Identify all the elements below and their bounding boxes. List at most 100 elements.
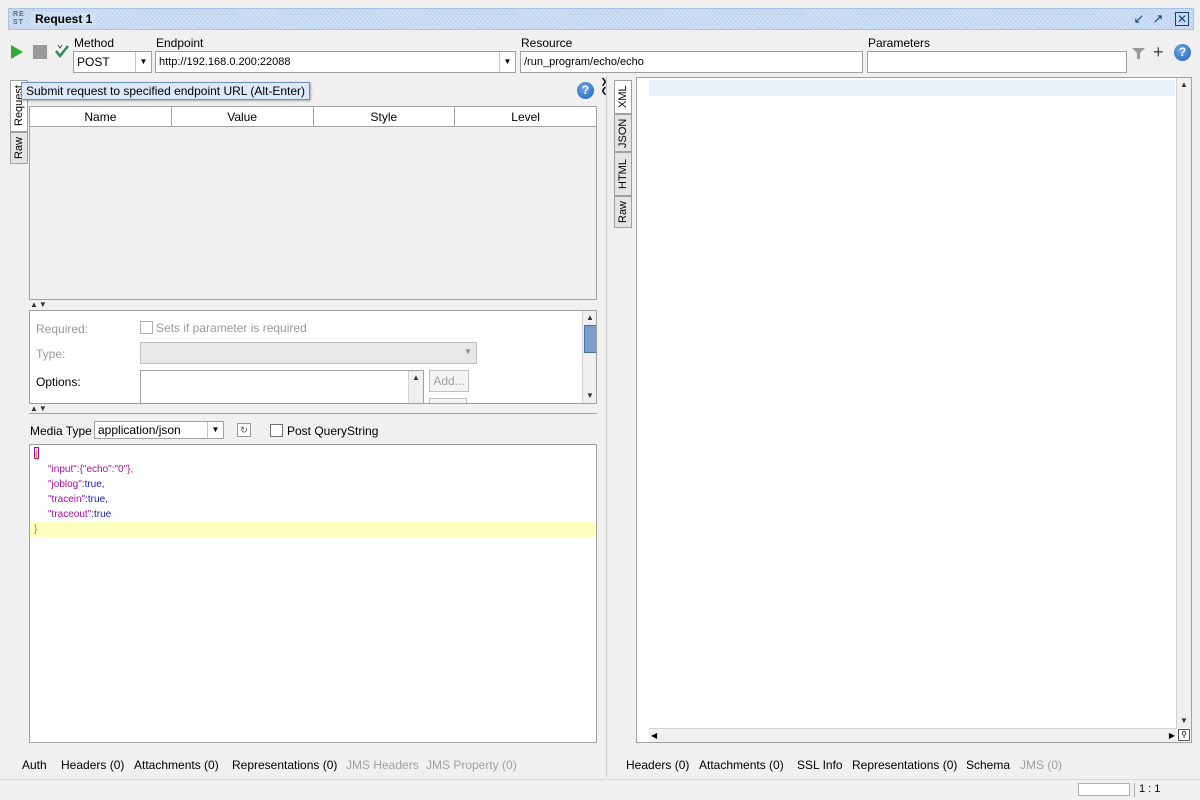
media-type-combo[interactable]: application/json ▼	[94, 421, 224, 439]
options-list[interactable]: ▲	[140, 370, 424, 403]
parameters-input[interactable]	[867, 51, 1127, 73]
tab-attachments[interactable]: Attachments (0)	[134, 758, 219, 772]
json-key: "input"	[48, 464, 77, 475]
tab-schema[interactable]: Schema	[966, 758, 1010, 772]
scroll-down-icon[interactable]: ▼	[1177, 714, 1191, 728]
current-line-highlight	[649, 80, 1175, 96]
tab-response-representations[interactable]: Representations (0)	[852, 758, 957, 772]
post-querystring-checkbox[interactable]	[270, 424, 283, 437]
response-editor[interactable]: ▲ ▼ ◀ ▶ ⚲	[636, 77, 1192, 743]
rest-logo-icon: RE ST	[13, 11, 25, 26]
json-value: :true,	[85, 494, 108, 505]
params-table-header: Name Value Style Level	[30, 107, 596, 127]
title-bar: RE ST Request 1 ↙ ↗ ✕	[8, 8, 1194, 30]
chevron-down-icon: ▼	[464, 347, 472, 356]
code-line: "tracein":true,	[48, 492, 108, 507]
endpoint-label: Endpoint	[156, 36, 204, 50]
status-bar: 1 : 1	[0, 779, 1200, 800]
scroll-up-icon[interactable]: ▲	[1177, 78, 1191, 92]
play-icon[interactable]	[10, 44, 24, 60]
response-vscrollbar[interactable]: ▲ ▼	[1176, 78, 1191, 728]
help-icon[interactable]: ?	[1174, 44, 1191, 61]
tab-html[interactable]: HTML	[614, 152, 632, 196]
options-scrollbar[interactable]: ▲	[408, 371, 423, 403]
stop-icon[interactable]	[33, 45, 47, 59]
tab-jms: JMS (0)	[1020, 758, 1062, 772]
scroll-left-icon[interactable]: ◀	[651, 729, 657, 743]
help-icon[interactable]: ?	[577, 82, 594, 99]
code-line: {	[34, 446, 39, 461]
param-details-panel: Required: Sets if parameter is required …	[29, 310, 597, 404]
scroll-up-icon[interactable]: ▲	[583, 311, 596, 325]
column-value[interactable]: Value	[172, 107, 314, 126]
resource-value: /run_program/echo/echo	[524, 56, 644, 68]
resource-input[interactable]: /run_program/echo/echo	[520, 51, 863, 73]
tab-representations[interactable]: Representations (0)	[232, 758, 337, 772]
remove-option-button[interactable]	[429, 398, 467, 403]
json-value: :true,	[81, 479, 105, 490]
plus-icon[interactable]: +	[1153, 42, 1164, 63]
splitter-arrows-icon[interactable]: ▲▼	[30, 300, 48, 309]
tab-auth[interactable]: Auth	[22, 758, 47, 772]
divider	[29, 413, 597, 414]
tab-raw[interactable]: Raw	[10, 132, 28, 164]
scroll-thumb[interactable]	[584, 325, 596, 353]
close-icon[interactable]: ✕	[1175, 12, 1189, 26]
parameters-label: Parameters	[868, 36, 931, 50]
tab-response-attachments[interactable]: Attachments (0)	[699, 758, 784, 772]
window-title: Request 1	[31, 12, 97, 26]
json-value: :true	[91, 509, 112, 520]
column-style[interactable]: Style	[314, 107, 456, 126]
required-checkbox[interactable]	[140, 321, 153, 334]
media-type-value: application/json	[98, 423, 181, 437]
endpoint-combo[interactable]: http://192.168.0.200:22088 ▼	[155, 51, 516, 73]
check-icon[interactable]	[54, 43, 70, 59]
method-select[interactable]: POST ▼	[73, 51, 152, 73]
tab-ssl-info[interactable]: SSL Info	[797, 758, 843, 772]
column-level[interactable]: Level	[455, 107, 596, 126]
response-hscrollbar[interactable]: ◀ ▶	[649, 728, 1177, 742]
recreate-icon[interactable]: ↻	[237, 423, 251, 437]
method-value: POST	[77, 55, 110, 69]
chevron-down-icon[interactable]: ▼	[207, 422, 223, 438]
tab-json[interactable]: JSON	[614, 114, 632, 152]
required-label: Required:	[36, 322, 89, 336]
request-body-editor[interactable]: { "input":{"echo":"0"}, "joblog":true, "…	[29, 444, 597, 743]
scroll-up-icon[interactable]: ▲	[409, 371, 423, 385]
splitter-arrows-icon[interactable]: ▲▼	[30, 404, 48, 413]
params-table[interactable]: Name Value Style Level	[29, 106, 597, 300]
options-label: Options:	[36, 375, 81, 389]
column-name[interactable]: Name	[30, 107, 172, 126]
cursor-brace: {	[34, 447, 39, 461]
method-label: Method	[74, 36, 115, 50]
cursor-position: 1 : 1	[1139, 783, 1161, 795]
chevron-down-icon[interactable]: ▼	[499, 52, 515, 72]
code-line: "joblog":true,	[48, 477, 105, 492]
status-field	[1078, 783, 1130, 796]
code-line: "input":{"echo":"0"},	[48, 462, 133, 477]
json-key: "joblog"	[48, 479, 82, 490]
divider	[1134, 783, 1135, 797]
tooltip: Submit request to specified endpoint URL…	[21, 82, 311, 100]
tab-raw-response[interactable]: Raw	[614, 196, 632, 228]
tab-xml[interactable]: XML	[614, 80, 632, 114]
chevron-down-icon[interactable]: ▼	[135, 52, 151, 72]
tab-response-headers[interactable]: Headers (0)	[626, 758, 689, 772]
minimize-icon[interactable]: ↙	[1131, 11, 1147, 27]
add-option-button[interactable]: Add...	[429, 370, 469, 392]
scroll-down-icon[interactable]: ▼	[583, 389, 596, 403]
json-key: "tracein"	[48, 494, 86, 505]
clear-params-icon[interactable]	[1131, 46, 1147, 60]
scroll-right-icon[interactable]: ▶	[1169, 729, 1175, 743]
media-type-label: Media Type	[30, 424, 92, 438]
details-scrollbar[interactable]: ▲ ▼	[582, 311, 596, 403]
json-value: :{"echo":"0"},	[76, 464, 134, 475]
divider	[606, 77, 607, 777]
type-select[interactable]: ▼	[140, 342, 477, 364]
maximize-icon[interactable]: ↗	[1150, 11, 1166, 27]
zoom-icon[interactable]: ⚲	[1178, 729, 1190, 741]
required-checkbox-label: Sets if parameter is required	[156, 321, 307, 335]
tab-headers[interactable]: Headers (0)	[61, 758, 124, 772]
tab-jms-headers: JMS Headers	[346, 758, 419, 772]
post-querystring-label: Post QueryString	[287, 424, 379, 438]
